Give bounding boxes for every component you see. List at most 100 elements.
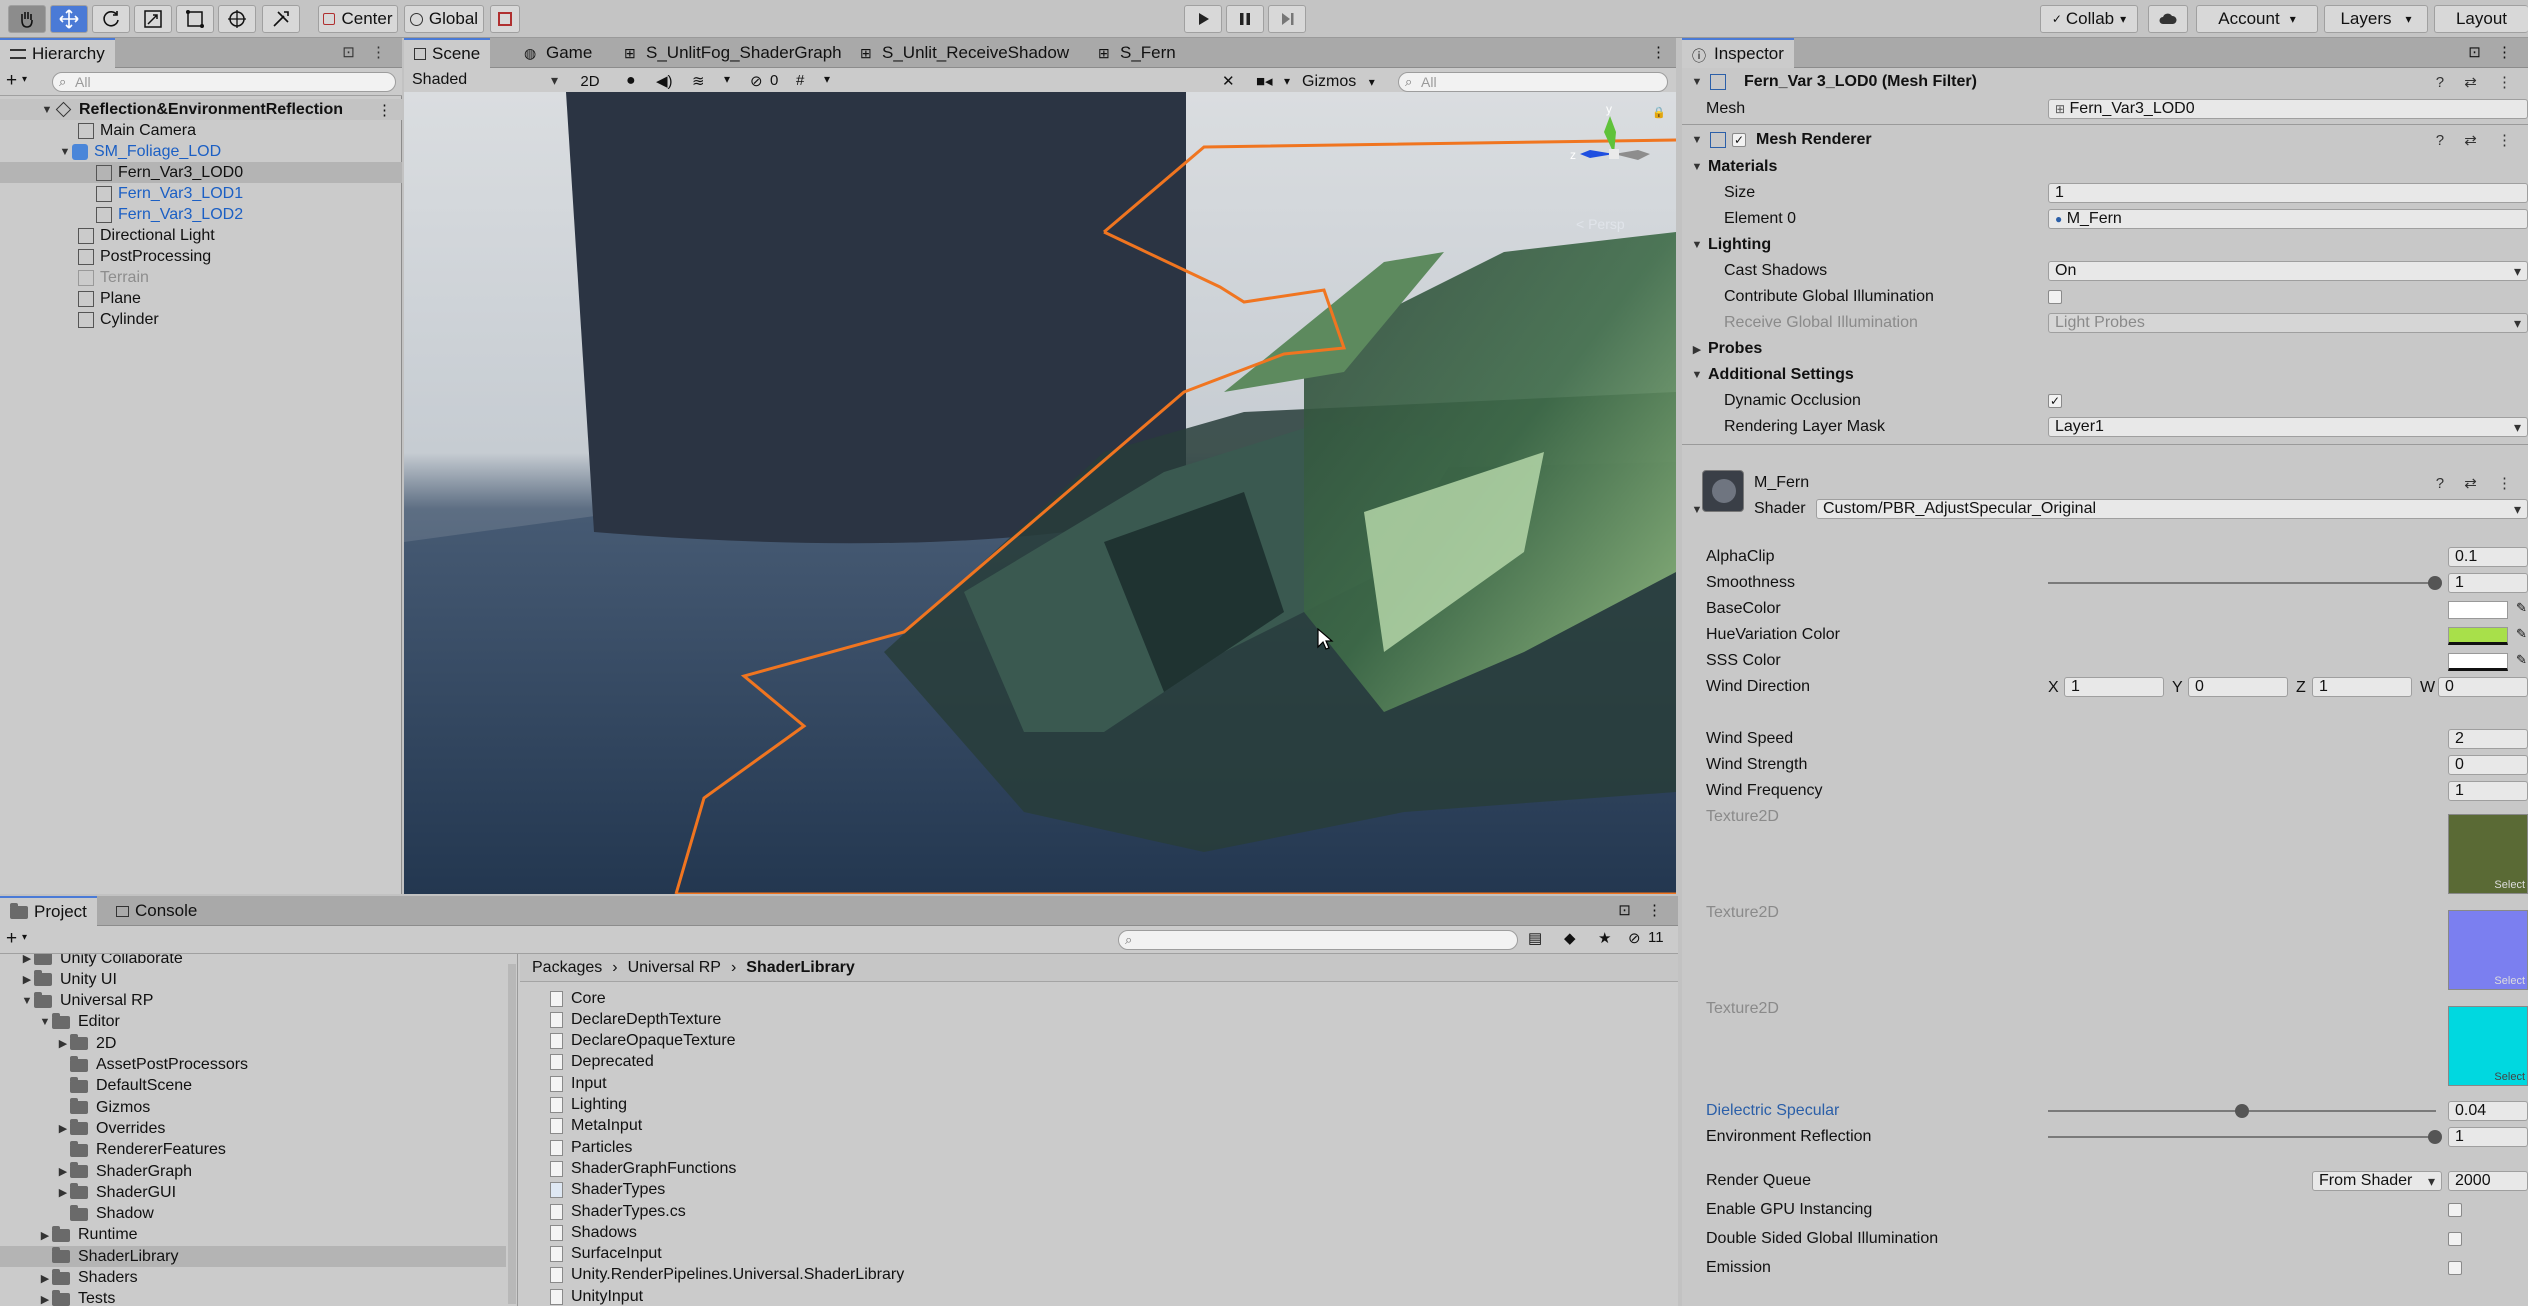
cloud-button[interactable] <box>2148 5 2188 33</box>
tools-icon[interactable]: ✕ <box>1222 72 1235 90</box>
snap-increment-button[interactable] <box>490 5 520 33</box>
tree-item[interactable]: ▶ Runtime <box>0 1225 506 1246</box>
texture-select-button[interactable]: Select <box>2494 975 2525 987</box>
shader-dropdown[interactable]: Custom/PBR_AdjustSpecular_Original <box>1816 499 2528 519</box>
project-search-input[interactable]: ⌕ <box>1118 930 1518 950</box>
additional-settings-foldout[interactable]: ▼ Additional Settings <box>1682 362 2528 388</box>
pause-button[interactable] <box>1226 5 1264 33</box>
transform-tool-button[interactable] <box>218 5 256 33</box>
move-tool-button[interactable] <box>50 5 88 33</box>
hierarchy-item-plane[interactable]: Plane <box>0 288 402 309</box>
breadcrumb-item[interactable]: Universal RP <box>628 959 721 977</box>
texture-slot-3[interactable]: Select <box>2448 1006 2528 1086</box>
tree-scrollbar[interactable] <box>508 964 516 1304</box>
eyedropper-icon[interactable]: ✎ <box>2516 600 2527 616</box>
collab-dropdown[interactable]: ✓ Collab ▾ <box>2040 5 2138 33</box>
hidden-packages-icon[interactable]: ⊘ <box>1628 929 1641 947</box>
hand-tool-button[interactable] <box>8 5 46 33</box>
scale-tool-button[interactable] <box>134 5 172 33</box>
tab-shadergraph-fog[interactable]: ⊞ S_UnlitFog_ShaderGraph <box>614 38 852 68</box>
hierarchy-item-directional-light[interactable]: Directional Light <box>0 225 402 246</box>
cast-shadows-dropdown[interactable]: On <box>2048 261 2528 281</box>
hierarchy-item-cylinder[interactable]: Cylinder <box>0 309 402 330</box>
add-icon[interactable]: + <box>6 928 17 950</box>
file-item[interactable]: Particles <box>550 1137 632 1158</box>
hue-variation-swatch[interactable] <box>2448 627 2508 645</box>
perspective-label[interactable]: < Persp <box>1576 216 1625 232</box>
expand-arrow-icon[interactable]: ▼ <box>1690 239 1704 251</box>
file-item[interactable]: MetaInput <box>550 1116 642 1137</box>
expand-arrow-icon[interactable]: ▼ <box>20 995 34 1007</box>
hierarchy-item-main-camera[interactable]: Main Camera <box>0 120 402 141</box>
mesh-renderer-header[interactable]: ▼ ✓ Mesh Renderer ? ⇄ ⋮ <box>1682 126 2528 154</box>
hierarchy-item-fern-lod2[interactable]: Fern_Var3_LOD2 <box>0 204 402 225</box>
tree-item[interactable]: RendererFeatures <box>0 1140 506 1161</box>
file-item[interactable]: Lighting <box>550 1095 627 1116</box>
shading-mode-dropdown[interactable]: Shaded <box>406 71 564 91</box>
component-header-icons[interactable]: ? ⇄ ⋮ <box>2436 73 2520 91</box>
tab-scene[interactable]: Scene <box>404 38 491 68</box>
file-item[interactable]: Unity.RenderPipelines.Universal.ShaderLi… <box>550 1265 904 1286</box>
chevron-down-icon[interactable]: ▾ <box>22 932 27 943</box>
effects-toggle-icon[interactable]: ≋ <box>692 72 705 90</box>
tree-item[interactable]: Gizmos <box>0 1097 506 1118</box>
size-field[interactable]: 1 <box>2048 183 2528 203</box>
wind-speed-field[interactable]: 2 <box>2448 729 2528 749</box>
chevron-down-icon[interactable]: ▾ <box>1284 74 1290 88</box>
component-header-icons[interactable]: ? ⇄ ⋮ <box>2436 474 2520 492</box>
scene-viewport[interactable]: y z x 🔒 < Persp <box>404 92 1676 894</box>
add-icon[interactable]: + <box>6 70 17 92</box>
step-button[interactable] <box>1268 5 1306 33</box>
alpha-clip-field[interactable]: 0.1 <box>2448 547 2528 567</box>
expand-arrow-icon[interactable]: ▶ <box>20 954 34 965</box>
expand-arrow-icon[interactable]: ▶ <box>38 1293 52 1306</box>
file-item[interactable]: ShaderTypes.cs <box>550 1201 686 1222</box>
search-by-label-icon[interactable]: ◆ <box>1564 929 1576 947</box>
custom-tool-button[interactable] <box>262 5 300 33</box>
tree-item[interactable]: DefaultScene <box>0 1076 506 1097</box>
dynamic-occlusion-checkbox[interactable]: ✓ <box>2048 394 2062 408</box>
mesh-filter-header[interactable]: ▼ Fern_Var 3_LOD0 (Mesh Filter) ? ⇄ ⋮ <box>1682 68 2528 96</box>
element0-object-field[interactable]: ● M_Fern <box>2048 209 2528 229</box>
expand-arrow-icon[interactable]: ▼ <box>1690 134 1704 146</box>
expand-arrow-icon[interactable]: ▼ <box>40 104 54 116</box>
search-by-type-icon[interactable]: ▤ <box>1528 929 1542 947</box>
tree-item[interactable]: AssetPostProcessors <box>0 1055 506 1076</box>
rotate-tool-button[interactable] <box>92 5 130 33</box>
tree-item[interactable]: ShaderLibrary <box>0 1246 506 1268</box>
tab-s-fern[interactable]: ⊞ S_Fern <box>1088 38 1186 68</box>
expand-arrow-icon[interactable]: ▼ <box>1690 76 1704 88</box>
probes-foldout[interactable]: ▶ Probes <box>1682 336 2528 362</box>
breadcrumb-item[interactable]: Packages <box>532 959 602 977</box>
gizmos-dropdown[interactable]: Gizmos ▾ <box>1302 71 1392 93</box>
panel-menu-icon[interactable]: ⊡ ⋮ <box>1618 901 1668 919</box>
expand-arrow-icon[interactable]: ▶ <box>38 1272 52 1285</box>
expand-arrow-icon[interactable]: ▶ <box>38 1229 52 1242</box>
env-reflection-slider-knob[interactable] <box>2428 1130 2442 1144</box>
panel-menu-icon[interactable]: ⊡ ⋮ <box>2468 43 2518 61</box>
tree-item[interactable]: ▶ Shaders <box>0 1268 506 1289</box>
layout-dropdown[interactable]: Layout <box>2434 5 2528 33</box>
tree-item[interactable]: ▶ ShaderGUI <box>0 1182 506 1203</box>
expand-arrow-icon[interactable]: ▶ <box>56 1037 70 1050</box>
wind-y-field[interactable]: 0 <box>2188 677 2288 697</box>
audio-toggle-icon[interactable]: ◀) <box>656 72 673 90</box>
double-sided-gi-checkbox[interactable] <box>2448 1232 2462 1246</box>
tab-hierarchy[interactable]: Hierarchy <box>0 38 115 68</box>
toggle-2d-button[interactable]: 2D <box>572 71 608 93</box>
tree-item[interactable]: Shadow <box>0 1204 506 1225</box>
tree-item[interactable]: ▶ Tests <box>0 1289 506 1306</box>
tab-shadergraph-shadow[interactable]: ⊞ S_Unlit_ReceiveShadow <box>850 38 1079 68</box>
wind-frequency-field[interactable]: 1 <box>2448 781 2528 801</box>
file-item[interactable]: Input <box>550 1073 607 1094</box>
file-item[interactable]: Deprecated <box>550 1052 654 1073</box>
file-item[interactable]: UnityInput <box>550 1286 643 1306</box>
contribute-gi-checkbox[interactable] <box>2048 290 2062 304</box>
receive-gi-dropdown[interactable]: Light Probes <box>2048 313 2528 333</box>
expand-arrow-icon[interactable]: ▶ <box>56 1165 70 1178</box>
tree-item[interactable]: ▶ 2D <box>0 1033 506 1054</box>
favorite-icon[interactable]: ★ <box>1598 929 1611 947</box>
render-queue-mode-dropdown[interactable]: From Shader <box>2312 1171 2442 1191</box>
mesh-object-field[interactable]: ⊞ Fern_Var3_LOD0 <box>2048 99 2528 119</box>
expand-arrow-icon[interactable]: ▶ <box>56 1186 70 1199</box>
